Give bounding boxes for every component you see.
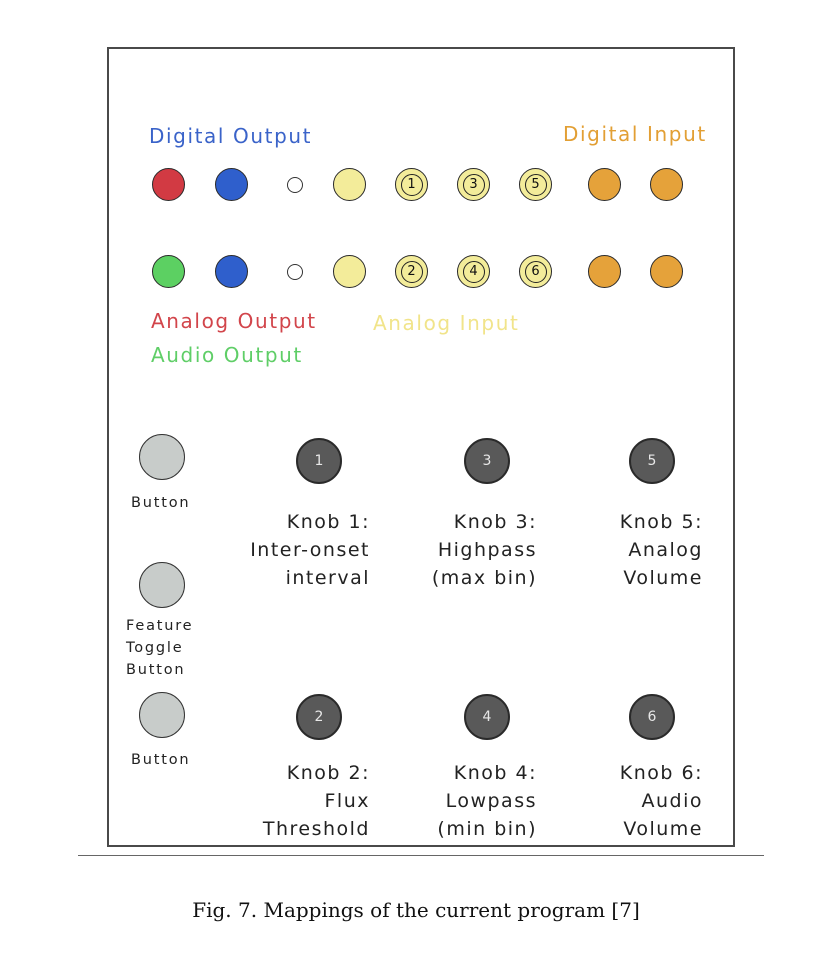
button-1-label: Button <box>131 495 191 511</box>
analog-input-label: Analog Input <box>373 311 520 335</box>
knob-2-label: Knob 2: Flux Threshold <box>262 762 370 840</box>
jack-audio-output-green <box>152 255 185 288</box>
knob-6[interactable]: 6 <box>629 694 675 740</box>
knob-5-label: Knob 5: Analog Volume <box>619 511 703 589</box>
knob-1[interactable]: 1 <box>296 438 342 484</box>
jack-small-indicator <box>287 264 303 280</box>
jack-yellow <box>333 168 366 201</box>
audio-output-label: Audio Output <box>151 343 303 367</box>
jack-number: 6 <box>524 260 547 283</box>
jack-yellow-3: 3 <box>457 168 490 201</box>
jack-yellow-5: 5 <box>519 168 552 201</box>
jack-number: 4 <box>462 260 485 283</box>
knob-3-label: Knob 3: Highpass (max bin) <box>431 511 537 589</box>
jack-digital-output-red <box>152 168 185 201</box>
jack-number: 3 <box>462 173 485 196</box>
button-2-label: Button <box>131 752 191 768</box>
jack-digital-output-blue <box>215 168 248 201</box>
knob-3[interactable]: 3 <box>464 438 510 484</box>
jack-yellow-6: 6 <box>519 255 552 288</box>
digital-input-label: Digital Input <box>563 122 707 146</box>
digital-output-label: Digital Output <box>149 124 313 148</box>
knob-4[interactable]: 4 <box>464 694 510 740</box>
caption-divider <box>78 855 764 856</box>
feature-toggle-button[interactable] <box>139 562 185 608</box>
analog-output-label: Analog Output <box>151 309 317 333</box>
push-button-1[interactable] <box>139 434 185 480</box>
knob-6-label: Knob 6: Audio Volume <box>619 762 703 840</box>
push-button-2[interactable] <box>139 692 185 738</box>
jack-number: 2 <box>400 260 423 283</box>
jack-number: 5 <box>524 173 547 196</box>
jack-analog-input-yellow <box>333 255 366 288</box>
jack-digital-input-orange <box>588 168 621 201</box>
jack-blue <box>215 255 248 288</box>
jack-small-indicator <box>287 177 303 193</box>
jack-orange <box>588 255 621 288</box>
jack-yellow-2: 2 <box>395 255 428 288</box>
feature-toggle-button-label: Feature Toggle Button <box>126 618 194 678</box>
knob-4-label: Knob 4: Lowpass (min bin) <box>437 762 537 840</box>
jack-number: 1 <box>400 173 423 196</box>
figure-caption: Fig. 7. Mappings of the current program … <box>192 898 640 922</box>
knob-5[interactable]: 5 <box>629 438 675 484</box>
jack-orange <box>650 255 683 288</box>
knob-1-label: Knob 1: Inter-onset interval <box>250 511 370 589</box>
jack-yellow-1: 1 <box>395 168 428 201</box>
jack-digital-input-orange <box>650 168 683 201</box>
jack-yellow-4: 4 <box>457 255 490 288</box>
device-panel: Digital Output Digital Input Analog Outp… <box>107 47 735 847</box>
knob-2[interactable]: 2 <box>296 694 342 740</box>
